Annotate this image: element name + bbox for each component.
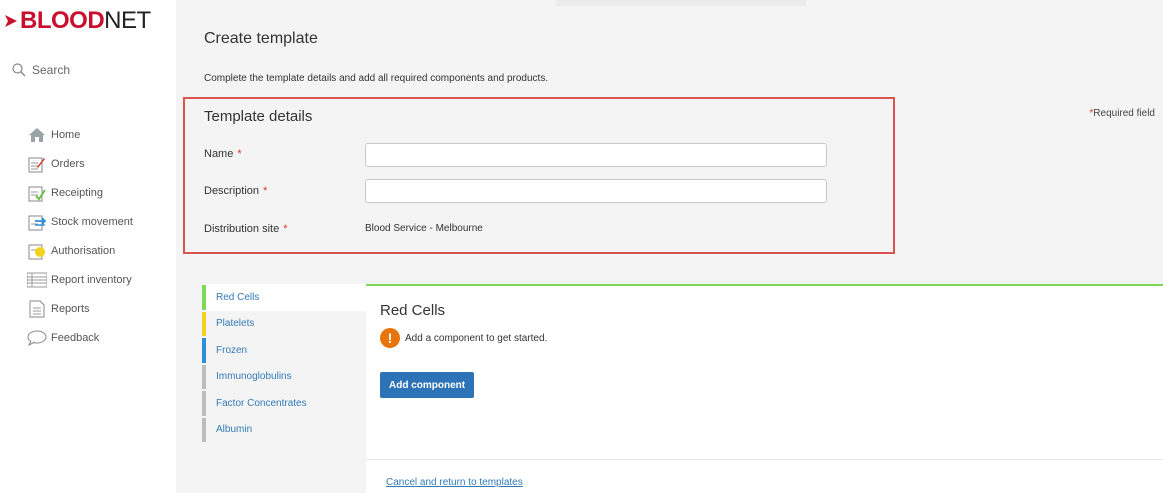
sidebar-item-label: Feedback bbox=[51, 331, 100, 344]
search-icon bbox=[12, 63, 26, 77]
warning-icon: ! bbox=[380, 328, 400, 348]
tab-label: Immunoglobulins bbox=[216, 371, 292, 383]
tab-color-bar bbox=[202, 364, 206, 389]
required-star: * bbox=[283, 223, 288, 235]
panel-title: Red Cells bbox=[380, 302, 446, 319]
tab-red-cells[interactable]: Red Cells bbox=[202, 284, 368, 311]
orders-icon bbox=[27, 154, 47, 174]
sidebar-item-stock-movement[interactable]: Stock movement bbox=[27, 207, 133, 236]
authorisation-icon bbox=[27, 241, 47, 261]
sidebar-item-orders[interactable]: Orders bbox=[27, 149, 133, 178]
name-label: Name * bbox=[204, 148, 242, 160]
sidebar-item-report-inventory[interactable]: Report inventory bbox=[27, 265, 133, 294]
description-label-text: Description bbox=[204, 185, 260, 197]
sidebar-item-feedback[interactable]: Feedback bbox=[27, 323, 133, 352]
required-star: * bbox=[237, 148, 242, 160]
search-label: Search bbox=[32, 63, 71, 77]
sidebar-item-label: Reports bbox=[51, 302, 90, 315]
category-tabs: Red Cells Platelets Frozen Immunoglobuli… bbox=[202, 284, 368, 443]
feedback-icon bbox=[27, 328, 47, 348]
receipting-icon bbox=[27, 183, 47, 203]
main-content: Create template Complete the template de… bbox=[176, 0, 1163, 493]
cancel-return-link[interactable]: Cancel and return to templates bbox=[386, 477, 523, 488]
stock-movement-icon bbox=[27, 212, 47, 232]
reports-icon bbox=[27, 299, 47, 319]
tab-albumin[interactable]: Albumin bbox=[202, 417, 368, 444]
tab-platelets[interactable]: Platelets bbox=[202, 311, 368, 338]
sidebar-item-receipting[interactable]: Receipting bbox=[27, 178, 133, 207]
sidebar: BLOODNET Search Home Orders Receipting bbox=[0, 0, 176, 493]
tab-label: Frozen bbox=[216, 344, 248, 356]
panel-divider bbox=[366, 459, 1163, 460]
description-input[interactable] bbox=[365, 179, 827, 203]
sidebar-item-label: Stock movement bbox=[51, 215, 133, 228]
blood-drop-icon bbox=[5, 15, 17, 27]
name-input[interactable] bbox=[365, 143, 827, 167]
alert-text: Add a component to get started. bbox=[405, 332, 548, 344]
sidebar-item-label: Authorisation bbox=[51, 244, 116, 257]
top-shade bbox=[556, 0, 806, 6]
tab-color-bar bbox=[202, 285, 206, 310]
name-label-text: Name bbox=[204, 148, 234, 160]
sidebar-item-label: Orders bbox=[51, 157, 85, 170]
sidebar-item-reports[interactable]: Reports bbox=[27, 294, 133, 323]
logo-text-net: NET bbox=[104, 7, 151, 34]
sidebar-item-authorisation[interactable]: Authorisation bbox=[27, 236, 133, 265]
required-star: * bbox=[263, 185, 268, 197]
sidebar-item-label: Receipting bbox=[51, 186, 103, 199]
page-title: Create template bbox=[204, 30, 318, 47]
tab-label: Albumin bbox=[216, 424, 253, 436]
page-intro: Complete the template details and add al… bbox=[204, 73, 549, 84]
tab-color-bar bbox=[202, 338, 206, 363]
sidebar-nav: Home Orders Receipting Stock movement Au… bbox=[27, 120, 133, 352]
sidebar-item-label: Home bbox=[51, 128, 81, 141]
report-inventory-icon bbox=[27, 270, 47, 290]
tab-immunoglobulins[interactable]: Immunoglobulins bbox=[202, 364, 368, 391]
tab-label: Platelets bbox=[216, 318, 255, 330]
template-details-title: Template details bbox=[204, 108, 313, 125]
add-component-button[interactable]: Add component bbox=[380, 372, 475, 398]
distribution-site-label: Distribution site * bbox=[204, 223, 287, 235]
home-icon bbox=[27, 125, 47, 145]
tab-factor-concentrates[interactable]: Factor Concentrates bbox=[202, 390, 368, 417]
tab-color-bar bbox=[202, 417, 206, 442]
required-field-label: Required field bbox=[1093, 108, 1155, 119]
logo-text-blood: BLOOD bbox=[20, 7, 105, 34]
tab-color-bar bbox=[202, 311, 206, 336]
tab-frozen[interactable]: Frozen bbox=[202, 337, 368, 364]
sidebar-search[interactable]: Search bbox=[12, 63, 70, 77]
required-field-note: *Required field bbox=[1089, 108, 1155, 119]
distribution-site-label-text: Distribution site bbox=[204, 223, 280, 235]
red-cells-panel: Red Cells ! Add a component to get start… bbox=[366, 284, 1163, 493]
tab-label: Factor Concentrates bbox=[216, 397, 307, 409]
empty-state-alert: ! Add a component to get started. bbox=[380, 328, 547, 348]
description-label: Description * bbox=[204, 185, 267, 197]
distribution-site-value: Blood Service - Melbourne bbox=[365, 223, 483, 234]
tab-label: Red Cells bbox=[216, 291, 260, 303]
sidebar-item-home[interactable]: Home bbox=[27, 120, 133, 149]
tab-color-bar bbox=[202, 391, 206, 416]
sidebar-item-label: Report inventory bbox=[51, 273, 132, 286]
bloodnet-logo[interactable]: BLOOD NET bbox=[4, 7, 151, 34]
